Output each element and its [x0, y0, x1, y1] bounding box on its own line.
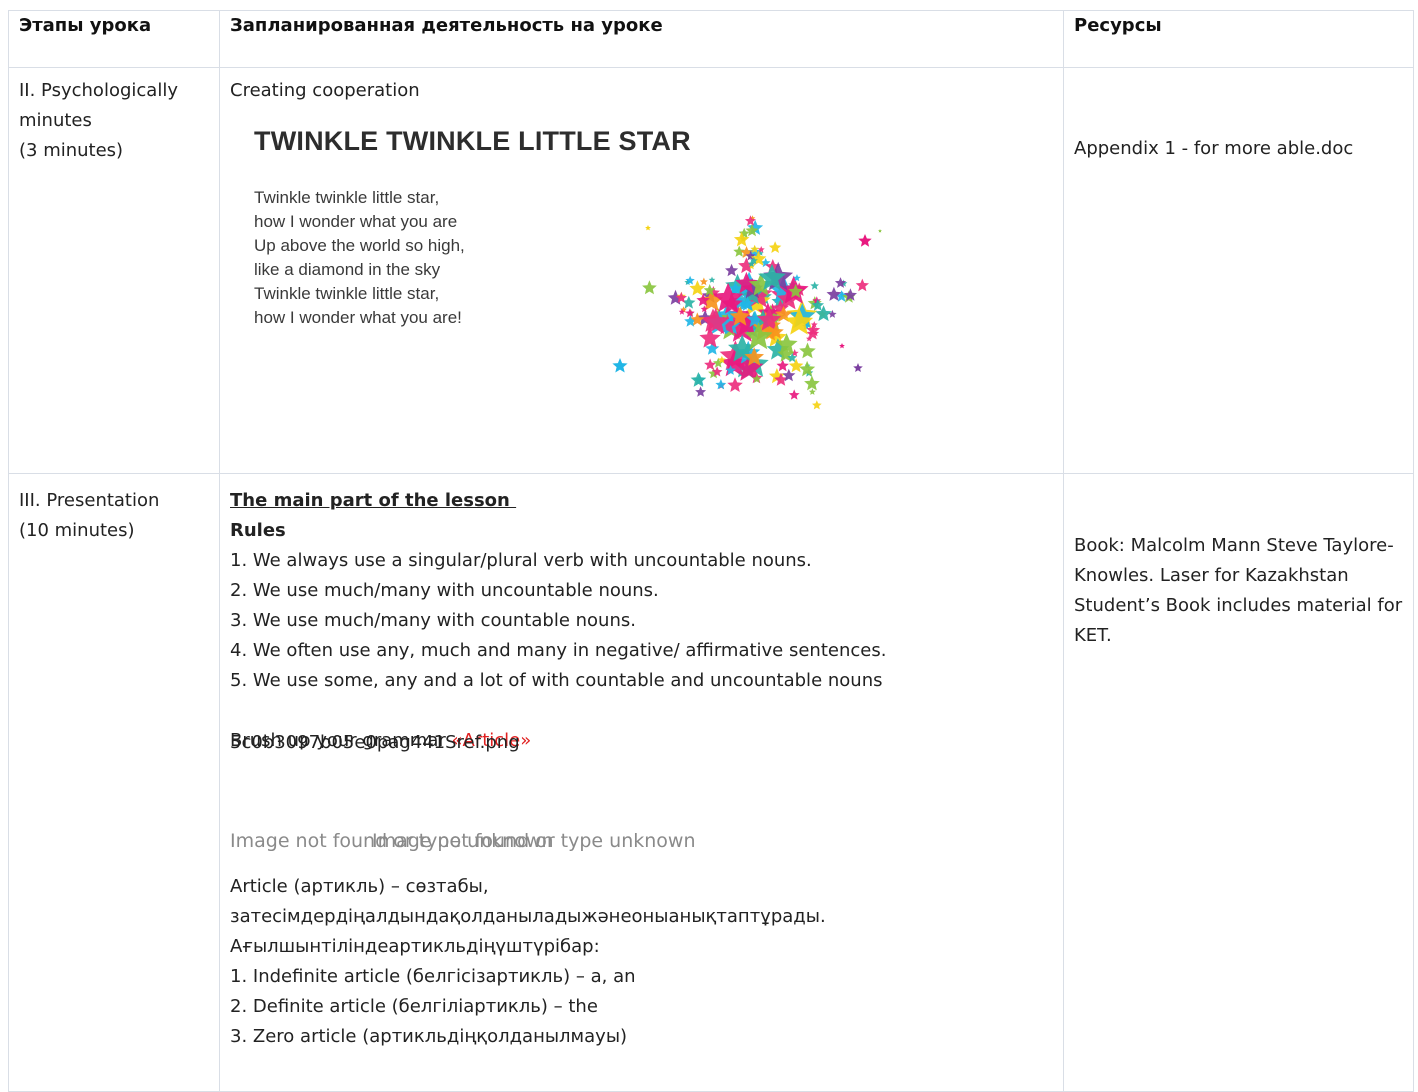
activity-cell: The main part of the lesson Rules 1. We … [219, 473, 1064, 1092]
rules-label: Rules [230, 520, 286, 541]
header-resources: Ресурсы [1063, 10, 1414, 68]
header-stages: Этапы урока [8, 10, 220, 68]
poem-line: like a diamond in the sky [254, 260, 441, 279]
header-planned-activity: Запланированная деятельность на уроке [219, 10, 1064, 68]
stage-cell: II. Psychologically minutes (3 minutes) [8, 67, 220, 474]
rule-item: 5. We use some, any and a lot of with co… [230, 670, 883, 691]
rule-item: 3. We use much/many with countable nouns… [230, 610, 636, 631]
rule-item: 2. We use much/many with uncountable nou… [230, 580, 659, 601]
image-filename: 5c0b3097b05e0pag441Sref.png [230, 732, 520, 753]
poem-line: how I wonder what you are [254, 212, 458, 231]
table-row: II. Psychologically minutes (3 minutes) … [8, 67, 1414, 474]
table-header-row: Этапы урока Запланированная деятельность… [8, 10, 1414, 68]
rule-item: 1. We always use a singular/plural verb … [230, 550, 812, 571]
rule-item: 4. We often use any, much and many in ne… [230, 640, 887, 661]
poem-line: Up above the world so high, [254, 236, 465, 255]
section-heading: The main part of the lesson [230, 490, 517, 511]
resource-cell: Appendix 1 - for more able.doc [1063, 67, 1414, 474]
article-definition: Article (артикль) – сөзтабы, [230, 876, 489, 897]
grammar-link-line: Brush up your grammar «Article» 5c0b3097… [230, 726, 1053, 756]
colorful-stars-illustration [612, 215, 882, 410]
image-missing-text: Image not found or type unknown [372, 830, 696, 852]
resource-text: Book: Malcolm Mann Steve Taylore- Knowle… [1074, 535, 1403, 646]
poem-line: Twinkle twinkle little star, [254, 284, 440, 303]
poem-image: TWINKLE TWINKLE LITTLE STAR Twinkle twin… [230, 106, 1053, 446]
stage-cell: III. Presentation (10 minutes) [8, 473, 220, 1092]
stage-duration: (10 minutes) [19, 520, 135, 541]
broken-image-placeholder: Image not found or type unknown Image no… [230, 826, 1053, 856]
stage-duration: (3 minutes) [19, 140, 124, 161]
resource-cell: Book: Malcolm Mann Steve Taylore- Knowle… [1063, 473, 1414, 1092]
stage-name: III. Presentation [19, 490, 160, 511]
activity-title: Creating cooperation [230, 80, 420, 101]
resource-text: Appendix 1 - for more able.doc [1074, 138, 1354, 159]
article-type: 3. Zero article (артикльдіңқолданылмауы) [230, 1026, 628, 1047]
article-definition: Ағылшынтіліндеартикльдіңүштүрібар: [230, 936, 600, 957]
table-row: III. Presentation (10 minutes) The main … [8, 473, 1414, 1092]
activity-cell: Creating cooperation TWINKLE TWINKLE LIT… [219, 67, 1064, 474]
stage-name: II. Psychologically minutes [19, 80, 178, 131]
poem-line: Twinkle twinkle little star, [254, 188, 440, 207]
poem-title: TWINKLE TWINKLE LITTLE STAR [254, 126, 691, 156]
poem-lines: Twinkle twinkle little star, how I wonde… [254, 186, 465, 330]
lesson-plan-table: Этапы урока Запланированная деятельность… [8, 10, 1414, 1092]
article-type: 1. Indefinite article (белгісізартикль) … [230, 966, 636, 987]
poem-line: how I wonder what you are! [254, 308, 462, 327]
article-type: 2. Definite article (белгіліартикль) – t… [230, 996, 598, 1017]
article-definition: затесімдердіңалдындақолданыладыжәнеоныан… [230, 906, 826, 927]
